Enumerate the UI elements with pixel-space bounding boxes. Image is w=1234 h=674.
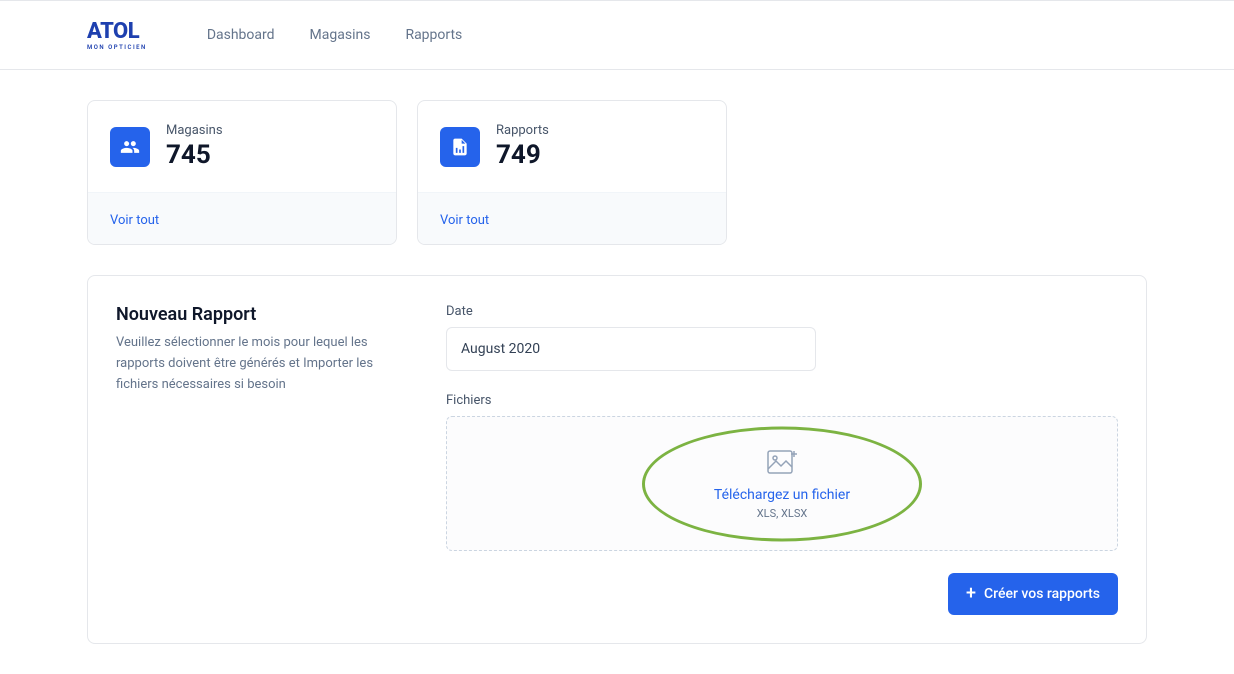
panel-title: Nouveau Rapport [116, 304, 416, 325]
people-icon [110, 127, 150, 167]
upload-link[interactable]: Téléchargez un fichier [714, 487, 850, 503]
main-content: Magasins 745 Voir tout Rapports 749 Voir… [67, 70, 1167, 674]
brand-logo[interactable]: ATOL MON OPTICIEN [87, 19, 147, 51]
card-label: Rapports [496, 123, 549, 138]
panel-description: Veuillez sélectionner le mois pour leque… [116, 333, 416, 395]
nav-dashboard[interactable]: Dashboard [207, 27, 275, 43]
logo-subtitle: MON OPTICIEN [87, 44, 147, 51]
summary-cards: Magasins 745 Voir tout Rapports 749 Voir… [87, 100, 1147, 245]
report-icon [440, 127, 480, 167]
nav-rapports[interactable]: Rapports [405, 27, 462, 43]
create-reports-button[interactable]: + Créer vos rapports [948, 573, 1118, 615]
logo-text: ATOL [87, 19, 147, 44]
view-all-rapports-link[interactable]: Voir tout [440, 213, 489, 228]
upload-hint: XLS, XLSX [757, 507, 808, 520]
button-label: Créer vos rapports [984, 586, 1100, 602]
card-rapports: Rapports 749 Voir tout [417, 100, 727, 245]
card-magasins: Magasins 745 Voir tout [87, 100, 397, 245]
card-value: 745 [166, 140, 223, 170]
view-all-magasins-link[interactable]: Voir tout [110, 213, 159, 228]
plus-icon: + [966, 585, 976, 603]
new-report-panel: Nouveau Rapport Veuillez sélectionner le… [87, 275, 1147, 644]
card-value: 749 [496, 140, 549, 170]
highlight-annotation [642, 426, 922, 541]
top-navigation: ATOL MON OPTICIEN Dashboard Magasins Rap… [0, 0, 1234, 70]
date-label: Date [446, 304, 1118, 319]
main-nav: Dashboard Magasins Rapports [207, 27, 462, 43]
date-input[interactable] [446, 327, 816, 371]
files-label: Fichiers [446, 393, 1118, 408]
file-dropzone[interactable]: Téléchargez un fichier XLS, XLSX [446, 416, 1118, 551]
image-upload-icon [766, 447, 798, 475]
card-label: Magasins [166, 123, 223, 138]
nav-magasins[interactable]: Magasins [310, 27, 371, 43]
